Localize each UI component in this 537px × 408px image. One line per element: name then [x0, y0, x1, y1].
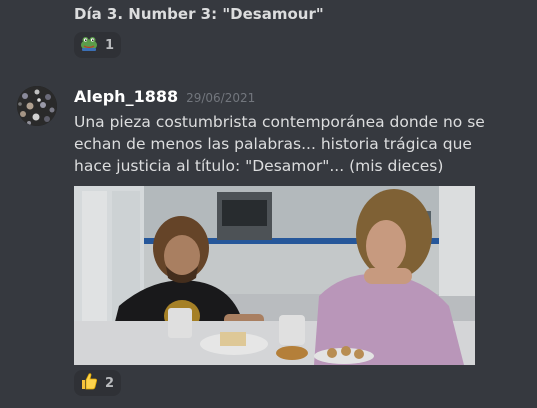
avatar[interactable] — [17, 86, 57, 126]
message-text: Una pieza costumbrista contemporánea don… — [74, 113, 485, 175]
username[interactable]: Aleph_1888 — [74, 87, 178, 106]
reaction-frog-button[interactable]: 1 — [74, 32, 122, 58]
timestamp: 29/06/2021 — [186, 91, 256, 105]
previous-message-title: Día 3. Number 3: "Desamour" — [74, 5, 324, 23]
reaction-count: 1 — [105, 37, 115, 53]
frog-emoji-icon — [80, 35, 98, 55]
image-attachment[interactable] — [74, 186, 475, 365]
reaction-thumbs-up-button[interactable]: 2 — [74, 370, 122, 396]
thumbs-up-icon — [80, 372, 98, 394]
reaction-count: 2 — [105, 375, 115, 391]
